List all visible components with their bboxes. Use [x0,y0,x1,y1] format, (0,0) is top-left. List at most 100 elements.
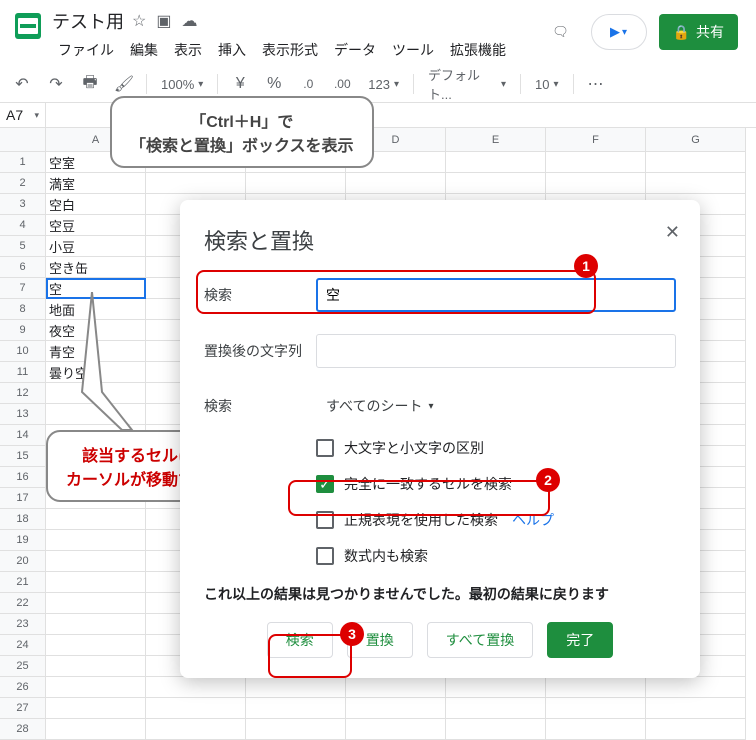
increase-decimal-button[interactable]: .00 [328,70,356,98]
row-header-9[interactable]: 9 [0,320,46,341]
row-header-22[interactable]: 22 [0,593,46,614]
cell-C26[interactable] [246,677,346,698]
cell-E1[interactable] [446,152,546,173]
paint-format-button[interactable]: 🖌 [110,70,138,98]
cell-A22[interactable] [46,593,146,614]
done-button[interactable]: 完了 [547,622,613,658]
replace-all-button[interactable]: すべて置換 [427,622,533,658]
col-header-G[interactable]: G [646,128,746,152]
row-header-8[interactable]: 8 [0,299,46,320]
find-button[interactable]: 検索 [267,622,333,658]
row-header-13[interactable]: 13 [0,404,46,425]
cell-C2[interactable] [246,173,346,194]
zoom-dropdown[interactable]: 100% [155,70,209,98]
row-header-15[interactable]: 15 [0,446,46,467]
cell-B27[interactable] [146,698,246,719]
share-button[interactable]: 🔒共有 [659,14,738,50]
cell-B26[interactable] [146,677,246,698]
cell-B2[interactable] [146,173,246,194]
menu-tools[interactable]: ツール [386,38,440,62]
cell-A19[interactable] [46,530,146,551]
scope-dropdown[interactable]: すべてのシート [316,390,444,422]
cell-G1[interactable] [646,152,746,173]
more-formats-dropdown[interactable]: 123 [362,70,405,98]
row-header-16[interactable]: 16 [0,467,46,488]
currency-button[interactable]: ¥ [226,70,254,98]
row-header-7[interactable]: 7 [0,278,46,299]
cell-D27[interactable] [346,698,446,719]
menu-data[interactable]: データ [328,38,382,62]
cell-F1[interactable] [546,152,646,173]
row-header-6[interactable]: 6 [0,257,46,278]
cell-A25[interactable] [46,656,146,677]
comments-icon[interactable]: 🗨 [543,14,579,50]
row-header-20[interactable]: 20 [0,551,46,572]
cell-C27[interactable] [246,698,346,719]
row-header-23[interactable]: 23 [0,614,46,635]
cell-A3[interactable]: 空白 [46,194,146,215]
cell-D26[interactable] [346,677,446,698]
row-header-19[interactable]: 19 [0,530,46,551]
cell-A27[interactable] [46,698,146,719]
replace-input[interactable] [316,334,676,368]
row-header-14[interactable]: 14 [0,425,46,446]
row-header-5[interactable]: 5 [0,236,46,257]
row-header-17[interactable]: 17 [0,488,46,509]
sheets-logo[interactable] [8,6,48,46]
row-header-11[interactable]: 11 [0,362,46,383]
help-link[interactable]: ヘルプ [512,510,554,530]
undo-button[interactable]: ↶ [8,70,36,98]
font-dropdown[interactable]: デフォルト... [422,70,512,98]
cell-A2[interactable]: 満室 [46,173,146,194]
row-header-18[interactable]: 18 [0,509,46,530]
name-box[interactable]: A7▾ [0,103,46,127]
cell-F26[interactable] [546,677,646,698]
cell-A21[interactable] [46,572,146,593]
checkbox-formula[interactable] [316,547,334,565]
cell-A18[interactable] [46,509,146,530]
row-header-26[interactable]: 26 [0,677,46,698]
row-header-4[interactable]: 4 [0,215,46,236]
cell-E2[interactable] [446,173,546,194]
cell-A24[interactable] [46,635,146,656]
close-icon[interactable]: ✕ [665,222,680,243]
cell-D2[interactable] [346,173,446,194]
row-header-1[interactable]: 1 [0,152,46,173]
col-header-F[interactable]: F [546,128,646,152]
menu-insert[interactable]: 挿入 [212,38,252,62]
cell-G27[interactable] [646,698,746,719]
row-header-10[interactable]: 10 [0,341,46,362]
row-header-12[interactable]: 12 [0,383,46,404]
meet-button[interactable]: ▶▾ [591,14,647,50]
star-icon[interactable]: ☆ [132,11,146,31]
cell-A6[interactable]: 空き缶 [46,257,146,278]
checkbox-regex[interactable] [316,511,334,529]
cell-E26[interactable] [446,677,546,698]
col-header-E[interactable]: E [446,128,546,152]
cell-A23[interactable] [46,614,146,635]
print-button[interactable]: 🖶 [76,70,104,98]
menu-view[interactable]: 表示 [168,38,208,62]
menu-edit[interactable]: 編集 [124,38,164,62]
checkbox-exact-match[interactable]: ✓ [316,475,334,493]
decrease-decimal-button[interactable]: .0 [294,70,322,98]
redo-button[interactable]: ↷ [42,70,70,98]
cell-A26[interactable] [46,677,146,698]
cloud-icon[interactable]: ☁ [181,11,197,31]
row-header-27[interactable]: 27 [0,698,46,719]
row-header-3[interactable]: 3 [0,194,46,215]
row-header-2[interactable]: 2 [0,173,46,194]
cell-A4[interactable]: 空豆 [46,215,146,236]
row-header-21[interactable]: 21 [0,572,46,593]
menu-extensions[interactable]: 拡張機能 [444,38,512,62]
menu-format[interactable]: 表示形式 [256,38,324,62]
select-all-corner[interactable] [0,128,46,152]
menu-file[interactable]: ファイル [52,38,120,62]
cell-A20[interactable] [46,551,146,572]
more-toolbar-icon[interactable]: ⋯ [582,70,610,98]
percent-button[interactable]: % [260,70,288,98]
row-header-24[interactable]: 24 [0,635,46,656]
cell-E27[interactable] [446,698,546,719]
search-input[interactable] [316,278,676,312]
cell-G26[interactable] [646,677,746,698]
